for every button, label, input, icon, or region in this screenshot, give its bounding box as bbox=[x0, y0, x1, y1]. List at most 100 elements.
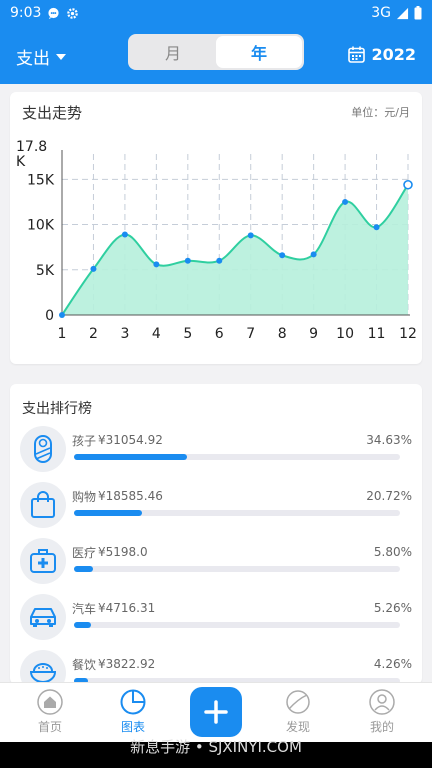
add-record-button[interactable] bbox=[190, 687, 242, 737]
data-point bbox=[310, 251, 317, 258]
planet-icon bbox=[286, 690, 310, 714]
caret-down-icon bbox=[56, 53, 66, 60]
network-type: 3G bbox=[371, 5, 391, 21]
nav-chart-label: 图表 bbox=[120, 720, 145, 734]
y-max-label: 17.8 bbox=[16, 139, 47, 155]
rank-progress-fill bbox=[74, 454, 187, 460]
status-time: 9:03 bbox=[10, 5, 42, 21]
rank-item[interactable]: 汽车 ¥4716.31 5.26% bbox=[20, 592, 412, 642]
data-point bbox=[279, 252, 286, 259]
rank-percent: 20.72% bbox=[366, 489, 412, 503]
y-tick-label: 15K bbox=[27, 172, 55, 188]
data-point bbox=[59, 312, 65, 318]
type-selector-label: 支出 bbox=[16, 49, 50, 69]
rank-name: 孩子 bbox=[72, 434, 97, 448]
trend-unit: 单位：元/月 bbox=[351, 106, 410, 119]
nav-discover[interactable]: 发现 bbox=[268, 689, 328, 739]
nav-mine-label: 我的 bbox=[369, 720, 394, 734]
rank-percent: 34.63% bbox=[366, 433, 412, 447]
rank-progress-fill bbox=[74, 622, 92, 628]
data-point bbox=[184, 257, 191, 264]
data-point bbox=[342, 198, 349, 205]
x-tick-label: 10 bbox=[336, 326, 354, 342]
rank-item[interactable]: 餐饮 ¥3822.92 4.26% bbox=[20, 648, 412, 684]
calendar-icon bbox=[348, 46, 366, 63]
rank-progress-track bbox=[74, 454, 400, 460]
rank-percent: 5.80% bbox=[373, 545, 412, 559]
y-tick-label: 0 bbox=[45, 308, 54, 324]
x-tick-label: 2 bbox=[89, 326, 98, 342]
ranking-title: 支出排行榜 bbox=[22, 401, 92, 417]
rank-progress-track bbox=[74, 566, 400, 572]
data-point bbox=[121, 231, 128, 238]
chat-notification-icon bbox=[48, 7, 60, 19]
nav-home[interactable]: 首页 bbox=[20, 689, 80, 739]
year-label: 2022 bbox=[371, 45, 416, 64]
rank-percent: 5.26% bbox=[373, 601, 412, 615]
rank-name: 购物 bbox=[72, 490, 97, 504]
x-tick-label: 3 bbox=[120, 326, 129, 342]
trend-card: 0 5K 10K 15K 17.8 K 1 2 3 4 5 6 7 8 9 10 11 12 支出走势 单位：元/… bbox=[10, 92, 422, 364]
y-tick-label: 10K bbox=[27, 218, 55, 234]
x-tick-label: 7 bbox=[246, 326, 255, 342]
rank-progress-fill bbox=[74, 510, 142, 516]
rank-name: 汽车 bbox=[72, 602, 97, 616]
plus-icon bbox=[204, 700, 228, 724]
watermark-text: 新息手游 • SJXINYI.COM bbox=[0, 740, 432, 768]
rank-amount: ¥4716.31 bbox=[98, 601, 156, 615]
x-tick-label: 6 bbox=[215, 326, 224, 342]
rank-percent: 4.26% bbox=[373, 657, 412, 671]
type-selector[interactable]: 支出 bbox=[16, 44, 66, 69]
rank-name: 医疗 bbox=[72, 546, 97, 560]
data-point bbox=[90, 265, 97, 272]
rank-amount: ¥5198.0 bbox=[98, 545, 148, 559]
y-max-label: K bbox=[16, 154, 26, 170]
year-picker[interactable]: 2022 bbox=[348, 45, 416, 64]
data-point bbox=[247, 232, 254, 239]
x-tick-label: 9 bbox=[309, 326, 318, 342]
data-point bbox=[403, 179, 413, 190]
rank-amount: ¥31054.92 bbox=[98, 433, 163, 447]
x-tick-label: 8 bbox=[278, 326, 287, 342]
baby-icon bbox=[20, 426, 66, 472]
period-toggle: 月 年 bbox=[128, 34, 304, 70]
trend-chart: 05K10K15K17.8K1 2 3 4 5 6 7 8 9 10 11 12 bbox=[16, 139, 417, 342]
ranking-card: 支出排行榜 孩子 ¥31054.92 34.63% 购物 ¥18585.46 2… bbox=[10, 384, 422, 684]
rank-item[interactable]: 孩子 ¥31054.92 34.63% bbox=[20, 424, 412, 474]
rank-name: 餐饮 bbox=[72, 658, 97, 672]
x-tick-label: 11 bbox=[368, 326, 386, 342]
area-fill bbox=[62, 184, 408, 315]
tab-month[interactable]: 月 bbox=[130, 36, 216, 68]
app-header: 支出 月 年 2022 bbox=[0, 26, 432, 84]
nav-mine[interactable]: 我的 bbox=[352, 689, 412, 739]
bottom-nav: 首页 图表 发现 我的 bbox=[0, 682, 432, 742]
x-tick-label: 5 bbox=[183, 326, 192, 342]
data-point bbox=[216, 257, 223, 264]
nav-home-label: 首页 bbox=[37, 720, 62, 734]
car-icon bbox=[20, 594, 66, 640]
data-point bbox=[373, 224, 380, 231]
rank-progress-track bbox=[74, 622, 400, 628]
rank-progress-track bbox=[74, 510, 400, 516]
food-bowl-icon bbox=[20, 650, 66, 684]
user-icon bbox=[369, 689, 395, 715]
pie-chart-icon bbox=[120, 689, 146, 715]
rank-item[interactable]: 购物 ¥18585.46 20.72% bbox=[20, 480, 412, 530]
medical-kit-icon bbox=[20, 538, 66, 584]
rank-amount: ¥3822.92 bbox=[98, 657, 156, 671]
nav-discover-label: 发现 bbox=[285, 720, 310, 734]
x-tick-label: 12 bbox=[399, 326, 417, 342]
status-bar: 9:03 3G bbox=[0, 0, 432, 26]
rank-item[interactable]: 医疗 ¥5198.0 5.80% bbox=[20, 536, 412, 586]
shopping-bag-icon bbox=[20, 482, 66, 528]
data-point bbox=[153, 261, 160, 268]
home-icon bbox=[37, 689, 63, 715]
y-tick-label: 5K bbox=[36, 263, 55, 279]
settings-icon bbox=[67, 7, 79, 19]
x-tick-label: 4 bbox=[152, 326, 161, 342]
trend-title: 支出走势 bbox=[22, 104, 83, 122]
x-tick-label: 1 bbox=[58, 326, 67, 342]
nav-chart[interactable]: 图表 bbox=[103, 689, 163, 739]
tab-year[interactable]: 年 bbox=[216, 36, 302, 68]
signal-icon bbox=[396, 7, 409, 19]
